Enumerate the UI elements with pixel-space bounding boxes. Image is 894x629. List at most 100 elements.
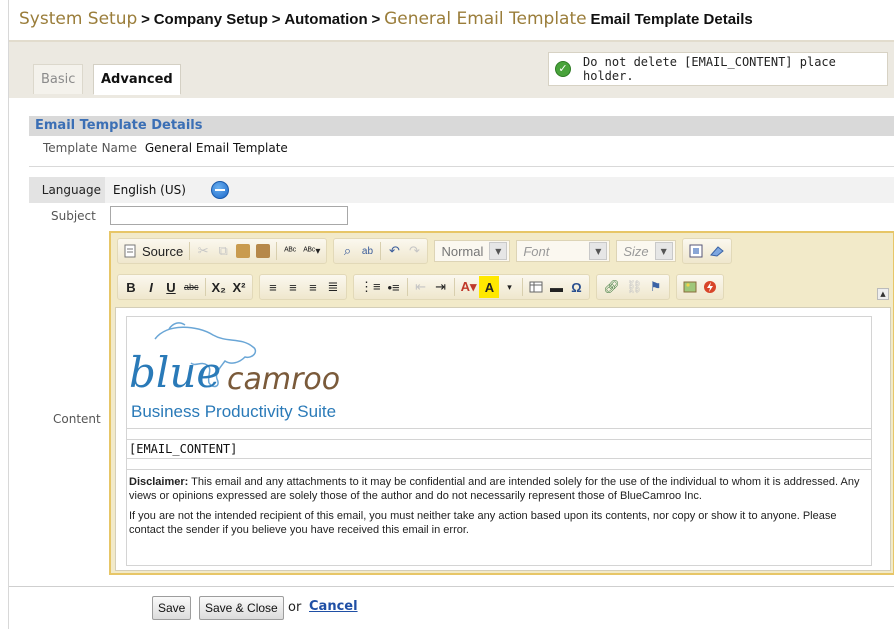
toolbar-collapse-button[interactable]: ▲ [877,288,889,300]
source-button[interactable]: Source [139,240,186,262]
tab-basic[interactable]: Basic [33,64,84,94]
toolbar-group-link: 🔗︎ ⛓ ⚑ [596,274,670,300]
image-icon[interactable] [680,276,700,298]
disclaimer-paragraph: Disclaimer: This email and any attachmen… [129,475,869,503]
subscript-button[interactable]: X₂ [209,276,229,298]
bold-button[interactable]: B [121,276,141,298]
logo-cell: blue camroo Business Productivity Suite [127,317,871,429]
section-title: Email Template Details [29,116,894,136]
editor-toolbar-bottom: B I U abc X₂ X² ≡ ≡ ≡ ≣ ⋮≡ •≡ ⇤ ⇥ A▾ A ▾… [117,273,730,301]
underline-button[interactable]: U [161,276,181,298]
align-right-icon[interactable]: ≡ [303,276,323,298]
disclaimer-cell: Disclaimer: This email and any attachmen… [127,469,871,565]
font-select[interactable]: Font ▼ [516,240,611,262]
toolbar-separator [204,278,206,296]
subject-input[interactable] [110,206,348,225]
numbered-list-icon[interactable]: ⋮≡ [357,276,384,298]
bg-color-dropdown-icon[interactable]: ▾ [499,276,519,298]
chevron-down-icon: ▼ [589,242,608,260]
logo-word-blue: blue [129,348,221,397]
toolbar-group-insert [675,274,724,300]
disclaimer-text-2: If you are not the intended recipient of… [129,510,837,536]
remove-circle-icon[interactable] [211,181,229,199]
link-icon[interactable]: 🔗︎ [600,276,623,298]
bulleted-list-icon[interactable]: •≡ [384,276,404,298]
template-name-label: Template Name [43,141,137,155]
breadcrumb-separator: > [371,11,381,28]
paste-icon[interactable] [233,240,253,262]
table-icon[interactable] [526,276,546,298]
toolbar-group-tools [681,238,732,264]
spellcheck-icon[interactable]: ᴬᴮᶜ [280,240,300,262]
paste-word-icon[interactable] [253,240,273,262]
redo-icon[interactable]: ↷ [404,240,424,262]
tab-advanced[interactable]: Advanced [93,64,181,95]
maximize-icon[interactable] [686,240,706,262]
breadcrumb-company-setup[interactable]: Company Setup [154,11,268,28]
language-row: Language English (US) [29,177,894,203]
find-icon[interactable]: ⌕ [337,240,357,262]
subject-label: Subject [51,209,96,223]
cancel-link[interactable]: Cancel [309,599,358,614]
breadcrumb-current[interactable]: General Email Template [384,9,587,29]
save-button[interactable]: Save [152,596,192,620]
text-color-icon[interactable]: A▾ [458,276,480,298]
horizontal-rule-icon[interactable]: ▬ [546,276,566,298]
editor-content-area[interactable]: blue camroo Business Productivity Suite … [115,307,891,571]
breadcrumb-automation[interactable]: Automation [284,11,367,28]
breadcrumb-separator: > [141,11,150,28]
toolbar-group-align: ≡ ≡ ≡ ≣ [258,274,347,300]
notice-box: ✓ Do not delete [EMAIL_CONTENT] place ho… [548,52,888,86]
chevron-down-icon: ▼ [489,242,508,260]
breadcrumb: System Setup > Company Setup > Automatio… [19,9,753,29]
breadcrumb-separator: > [271,11,281,28]
superscript-button[interactable]: X² [229,276,249,298]
logo-tagline: Business Productivity Suite [131,402,336,421]
italic-button[interactable]: I [141,276,161,298]
indent-icon[interactable]: ⇥ [431,276,451,298]
flash-icon[interactable] [700,276,720,298]
format-value: Normal [441,243,484,259]
tab-bar: Basic Advanced ✓ Do not delete [EMAIL_CO… [9,42,894,98]
strike-button[interactable]: abc [181,276,202,298]
disclaimer-text: This email and any attachments to it may… [129,476,860,502]
content-label: Content [53,412,101,426]
logo-word-camroo: camroo [227,362,340,397]
unlink-icon[interactable]: ⛓ [623,276,646,298]
eraser-icon[interactable] [706,240,728,262]
save-close-button[interactable]: Save & Close [199,596,284,620]
toolbar-separator [380,242,382,260]
bluecamroo-logo: blue camroo Business Productivity Suite [129,322,340,421]
email-template-table: blue camroo Business Productivity Suite … [126,316,872,566]
toolbar-separator [276,242,278,260]
copy-icon[interactable]: ⧉ [213,240,233,262]
notice-text: Do not delete [EMAIL_CONTENT] place hold… [583,55,836,83]
align-center-icon[interactable]: ≡ [283,276,303,298]
size-select[interactable]: Size ▼ [616,240,676,262]
breadcrumb-system-setup[interactable]: System Setup [19,9,137,29]
outdent-icon[interactable]: ⇤ [411,276,431,298]
page-title: Email Template Details [590,11,753,28]
language-value: English (US) [113,183,186,197]
special-char-icon[interactable]: Ω [566,276,586,298]
section-divider [29,166,894,167]
or-label: or [288,600,302,615]
format-select[interactable]: Normal ▼ [434,240,511,262]
align-justify-icon[interactable]: ≣ [323,276,343,298]
bg-color-icon[interactable]: A [479,276,500,298]
anchor-flag-icon[interactable]: ⚑ [646,276,666,298]
spellcheck-dropdown-icon[interactable]: ᴬᴮᶜ▾ [300,240,323,262]
size-placeholder: Size [623,243,649,259]
cut-icon[interactable]: ✂ [193,240,213,262]
toolbar-group-find: ⌕ ab ↶ ↷ [333,238,429,264]
toolbar-group-list: ⋮≡ •≡ ⇤ ⇥ A▾ A ▾ ▬ Ω [352,274,591,300]
template-name-value: General Email Template [144,141,288,155]
toolbar-separator [522,278,524,296]
undo-icon[interactable]: ↶ [384,240,404,262]
replace-icon[interactable]: ab [357,240,377,262]
template-name-row: Template Name General Email Template [43,141,288,155]
rich-text-editor: Source ✂ ⧉ ᴬᴮᶜ ᴬᴮᶜ▾ ⌕ ab ↶ ↷ Normal ▼ Fo… [109,231,894,575]
source-icon [121,240,139,262]
email-content-placeholder: [EMAIL_CONTENT] [127,439,871,459]
align-left-icon[interactable]: ≡ [263,276,283,298]
